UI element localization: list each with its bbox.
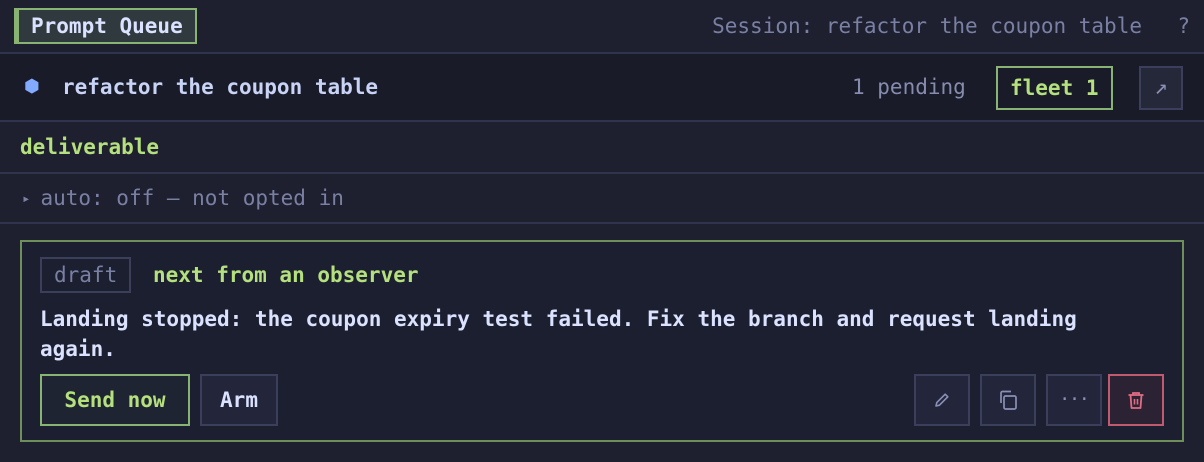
title-bar: Prompt Queue Session: refactor the coupo… xyxy=(0,0,1204,54)
delete-button[interactable] xyxy=(1108,374,1164,426)
status-badge: draft xyxy=(40,257,132,293)
auto-disclosure[interactable]: ▸ auto: off — not opted in xyxy=(22,183,344,216)
fleet-button[interactable]: fleet 1 xyxy=(996,66,1113,110)
help-button[interactable]: ? xyxy=(1177,12,1190,40)
caret-right-icon: ▸ xyxy=(22,191,31,207)
popout-icon[interactable]: ↗ xyxy=(1139,66,1183,110)
edit-button[interactable] xyxy=(914,374,970,426)
section-label: deliverable xyxy=(20,135,160,159)
trash-icon xyxy=(1128,392,1144,409)
thread-header: ⬢ refactor the coupon table 1 pending fl… xyxy=(0,54,1204,122)
tab-prompt-queue[interactable]: Prompt Queue xyxy=(14,8,197,44)
prompt-message: Landing stopped: the coupon expiry test … xyxy=(40,307,1077,361)
more-button[interactable]: ··· xyxy=(1046,374,1102,426)
arm-button[interactable]: Arm xyxy=(200,374,278,426)
section-header: deliverable xyxy=(0,122,1204,174)
hexagon-icon: ⬢ xyxy=(24,76,40,97)
thread-title: refactor the coupon table xyxy=(62,75,379,99)
copy-button[interactable] xyxy=(980,374,1036,426)
send-now-button[interactable]: Send now xyxy=(40,374,190,426)
session-label: Session: refactor the coupon table xyxy=(712,14,1142,38)
pending-count: 1 pending xyxy=(852,75,966,99)
pencil-icon xyxy=(935,393,949,407)
ellipsis-icon: ··· xyxy=(1059,389,1089,410)
auto-status: auto: off — not opted in xyxy=(40,186,344,210)
prompt-source: next from an observer xyxy=(153,263,419,287)
queued-prompt-card: draft next from an observer Landing stop… xyxy=(20,240,1184,442)
auto-toggle-row[interactable]: ▸ auto: off — not opted in xyxy=(0,174,1204,224)
copy-icon xyxy=(1000,390,1017,410)
